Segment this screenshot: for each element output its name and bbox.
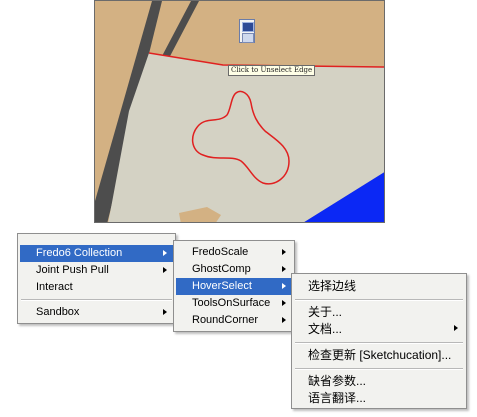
menu-separator [295,299,463,301]
submenu-arrow-icon [454,325,458,331]
submenu-arrow-icon [163,267,167,273]
menu-item-hoverselect[interactable]: HoverSelect [176,278,292,295]
selected-face[interactable] [108,53,385,223]
submenu-arrow-icon [282,266,286,272]
menu-item-label: 文档... [308,322,343,336]
menu-item-fredoscale[interactable]: FredoScale [176,244,292,261]
menu-item-label: ToolsOnSurface [192,297,271,309]
menu-item-select-edges[interactable]: 选择边线 [294,277,464,296]
menu-item-label: 关于... [308,305,343,319]
menu-item-label: Sandbox [36,306,80,318]
menu-item-toolsonsurface[interactable]: ToolsOnSurface [176,295,292,312]
submenu-arrow-icon [282,249,286,255]
menu-item-fredo6-collection[interactable]: Fredo6 Collection [20,245,173,262]
menu-item-label: GhostComp [192,263,251,275]
menu-separator [295,342,463,344]
menu-item-check-updates[interactable]: 检查更新 [Sketchucation]... [294,346,464,365]
menu-item-label: 缺省参数... [308,374,367,388]
menu-separator [21,299,172,301]
hoverselect-icon[interactable] [242,22,254,32]
menu-item-label: FredoScale [192,246,249,258]
submenu-arrow-icon [282,283,286,289]
menu-item-label: 检查更新 [Sketchucation]... [308,348,452,362]
menu-item-joint-push-pull[interactable]: Joint Push Pull [20,262,173,279]
menu-item-label: Interact [36,281,73,293]
menu-item-roundcorner[interactable]: RoundCorner [176,312,292,329]
hoverselect-toolbar [239,19,255,43]
submenu-arrow-icon [163,309,167,315]
menu-item-label: HoverSelect [192,280,252,292]
menu-item-sandbox[interactable]: Sandbox [20,304,173,321]
menu-item-label: 选择边线 [308,279,357,293]
menu-item-ghostcomp[interactable]: GhostComp [176,261,292,278]
hoverselect-submenu: 选择边线 关于... 文档... 检查更新 [Sketchucation]...… [291,273,467,409]
menu-item-interact[interactable]: Interact [20,279,173,296]
menu-item-label: 语言翻译... [308,391,367,405]
fredo6-submenu: FredoScale GhostComp HoverSelect ToolsOn… [173,240,295,332]
menu-item-label: Joint Push Pull [36,264,109,276]
menu-item-label: RoundCorner [192,314,259,326]
submenu-arrow-icon [163,250,167,256]
submenu-arrow-icon [282,317,286,323]
edge-tooltip: Click to Unselect Edge [228,65,316,76]
submenu-arrow-icon [282,300,286,306]
menu-item-label: Fredo6 Collection [36,247,123,259]
hoverselect-mode-icon[interactable] [242,33,254,43]
context-menu: Fredo6 Collection Joint Push Pull Intera… [17,233,176,324]
menu-separator [295,368,463,370]
menu-item-language-translation[interactable]: 语言翻译... [294,389,464,408]
menu-item-documentation[interactable]: 文档... [294,320,464,339]
